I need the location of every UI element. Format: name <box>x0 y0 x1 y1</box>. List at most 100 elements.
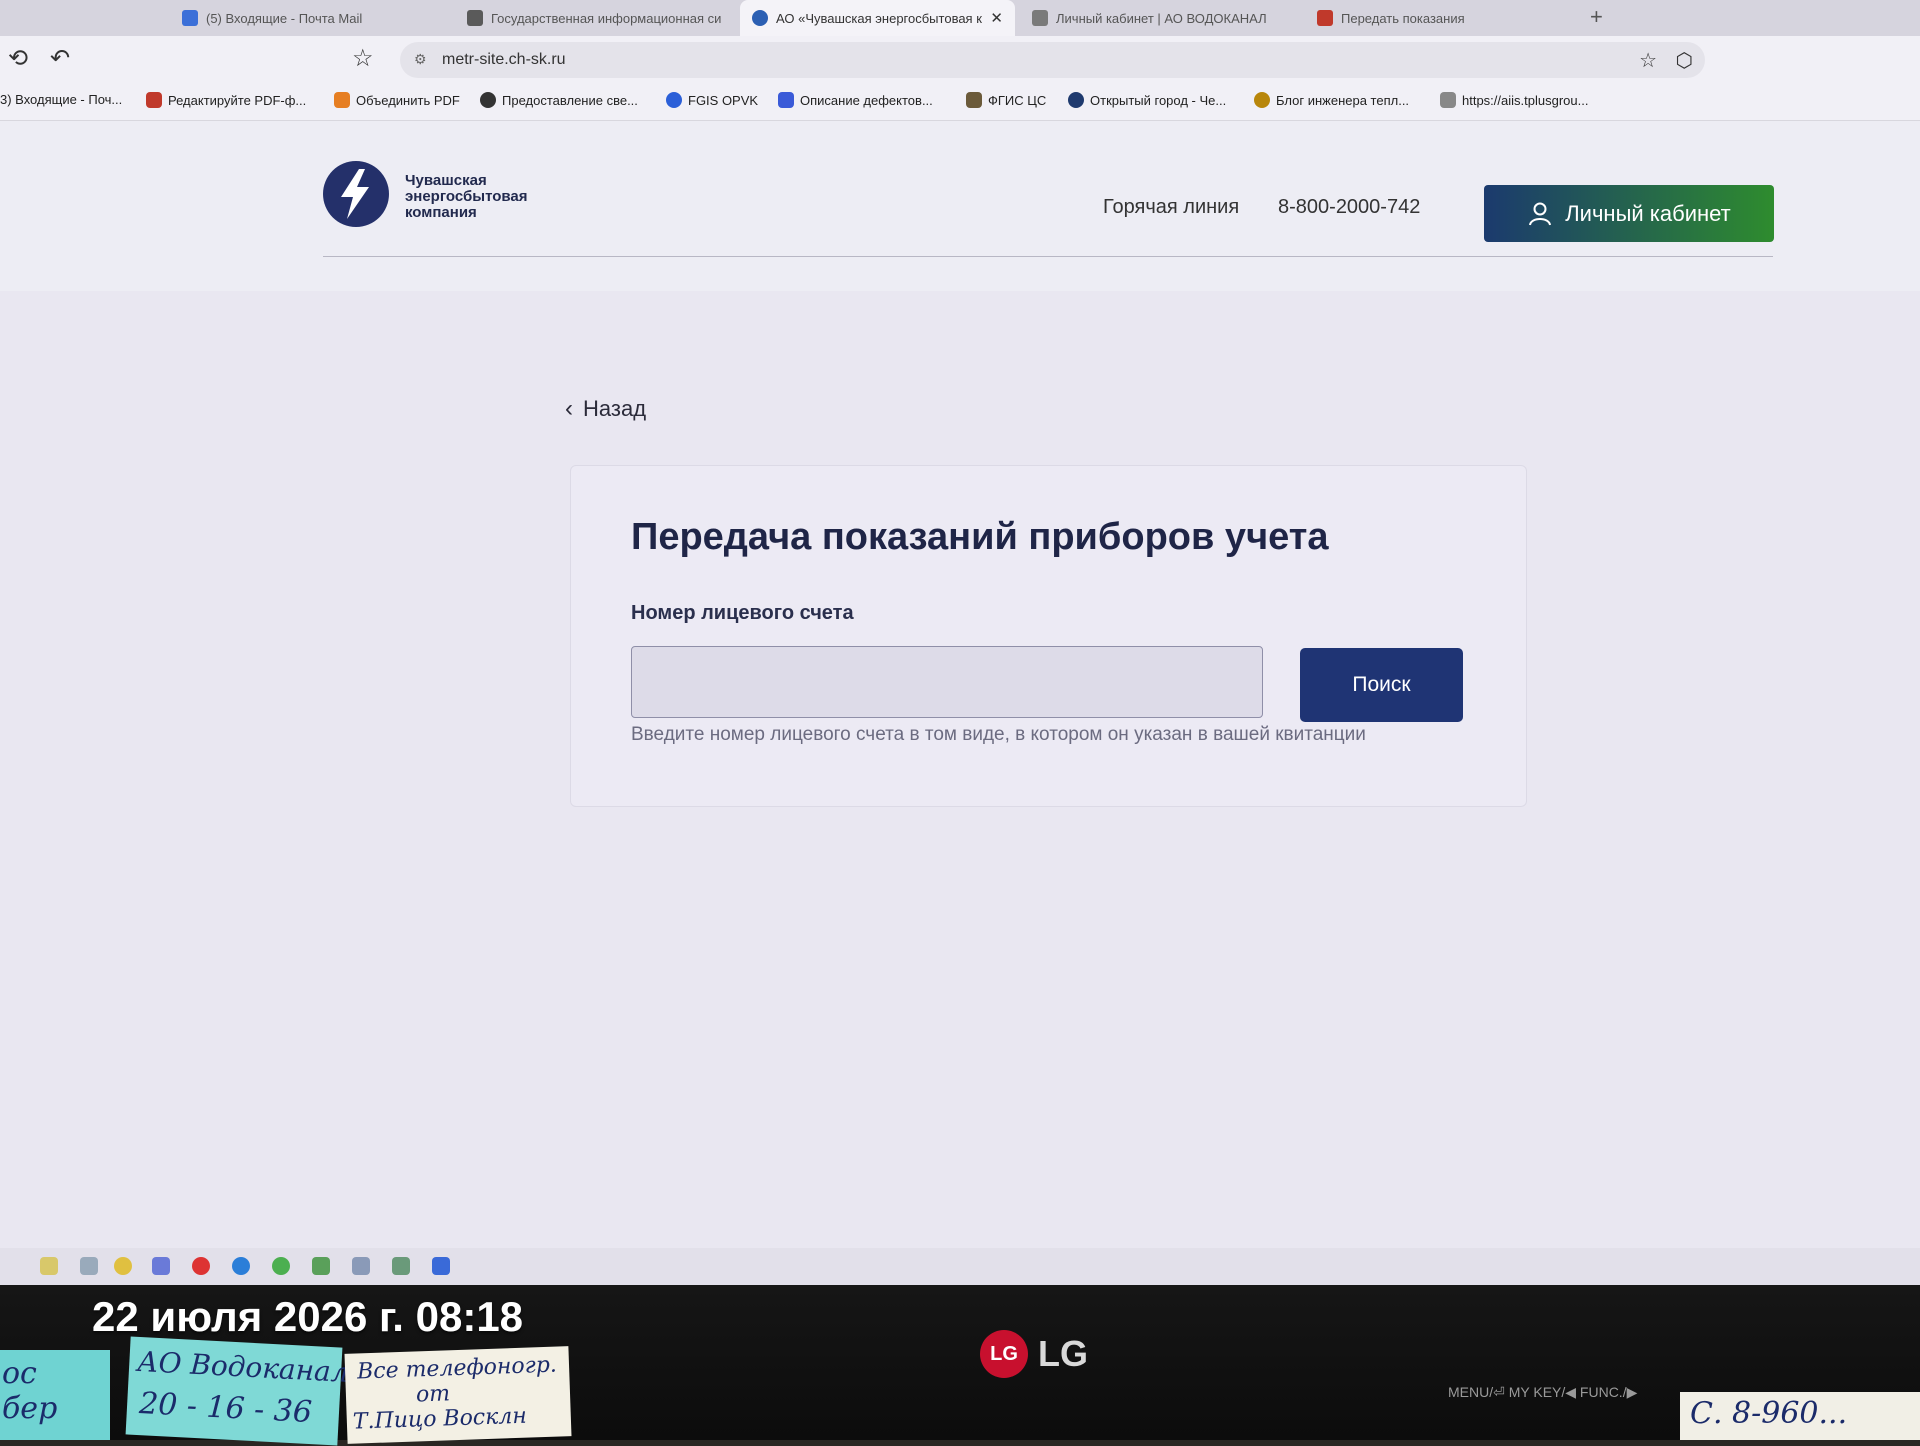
sticky-note: С. 8-960... <box>1680 1392 1920 1440</box>
page-title: Передача показаний приборов учета <box>631 516 1329 558</box>
bookmark-label: https://aiis.tplusgrou... <box>1462 92 1589 108</box>
back-arrow-icon[interactable]: ↶ <box>50 44 70 73</box>
link-icon <box>1440 92 1456 108</box>
user-icon <box>1529 202 1552 225</box>
bookmark-item[interactable]: Предоставление све... <box>480 92 638 108</box>
monitor-brand: LG LG <box>980 1330 1088 1378</box>
new-tab-button[interactable]: + <box>1590 4 1603 30</box>
sticky-note: ос бер <box>0 1350 110 1440</box>
os-taskbar <box>0 1248 1920 1285</box>
app-icon[interactable] <box>152 1257 170 1275</box>
address-bar[interactable]: ⚙ metr-site.ch-sk.ru ☆ ⬡ <box>400 42 1705 78</box>
globe-icon <box>480 92 496 108</box>
account-number-label: Номер лицевого счета <box>631 602 854 624</box>
note-line: ос <box>2 1356 37 1391</box>
hotline-label: Горячая линия <box>1103 196 1240 218</box>
document-icon[interactable] <box>352 1257 370 1275</box>
mail-icon <box>182 10 198 26</box>
tab-mail[interactable]: (5) Входящие - Почта Mail <box>170 0 450 36</box>
company-logo-icon[interactable] <box>323 161 389 227</box>
bookmark-item[interactable]: 3) Входящие - Поч... <box>0 92 122 107</box>
lg-logo-icon: LG <box>980 1330 1028 1378</box>
tab-title: Государственная информационная си <box>491 10 722 26</box>
bookmark-label: Блог инженера тепл... <box>1276 92 1410 108</box>
bookmark-label: Предоставление све... <box>502 92 638 108</box>
lightning-bolt-icon <box>341 169 369 219</box>
extension-icon[interactable]: ⬡ <box>1676 48 1693 73</box>
url-text[interactable]: metr-site.ch-sk.ru <box>442 51 566 69</box>
account-number-input[interactable] <box>631 646 1263 718</box>
globe-icon <box>752 10 768 26</box>
bookmark-item[interactable]: Объединить PDF <box>334 92 460 108</box>
company-name[interactable]: Чувашская энергосбытовая компания <box>405 173 528 221</box>
bookmark-item[interactable]: Открытый город - Че... <box>1068 92 1226 108</box>
note-line: бер <box>2 1391 58 1426</box>
logo-line: компания <box>405 204 477 221</box>
logo-line: Чувашская <box>405 172 487 189</box>
note-line: АО Водоканал <box>136 1344 350 1389</box>
bookmark-label: 3) Входящие - Поч... <box>0 92 123 107</box>
opera-icon[interactable] <box>192 1257 210 1275</box>
grid-icon <box>778 92 794 108</box>
favorite-star-icon[interactable]: ☆ <box>1639 48 1657 73</box>
bookmark-item[interactable]: https://aiis.tplusgrou... <box>1440 92 1588 108</box>
tab-energosbyt[interactable]: АО «Чувашская энергосбытовая к ✕ <box>740 0 1015 36</box>
site-info-icon[interactable]: ⚙ <box>414 51 427 68</box>
note-line: Т.Пицо Восклн <box>352 1403 528 1435</box>
logo-line: энергосбытовая <box>405 188 528 205</box>
tab-title: Передать показания <box>1341 10 1465 26</box>
brand-word: LG <box>1038 1333 1088 1374</box>
app-icon[interactable] <box>80 1257 98 1275</box>
drop-icon <box>1032 10 1048 26</box>
note-line: С. 8-960... <box>1690 1396 1848 1431</box>
sticky-note: Все телефоногр. от Т.Пицо Восклн <box>344 1346 572 1444</box>
photo-datestamp: 22 июля 2026 г. 08:18 <box>92 1293 524 1340</box>
chrome-icon[interactable] <box>272 1257 290 1275</box>
word-icon[interactable] <box>432 1257 450 1275</box>
site-icon <box>1317 10 1333 26</box>
city-icon <box>1068 92 1084 108</box>
back-link[interactable]: ‹ Назад <box>565 395 646 423</box>
bookmark-label: Открытый город - Че... <box>1090 92 1227 108</box>
blog-icon <box>1254 92 1270 108</box>
chevron-left-icon: ‹ <box>565 395 573 422</box>
note-line: 20 - 16 - 36 <box>138 1386 313 1431</box>
sticky-note: АО Водоканал 20 - 16 - 36 <box>125 1336 350 1446</box>
tab-meter-readings[interactable]: Передать показания <box>1305 0 1575 36</box>
reload-icon[interactable]: ⟲ <box>8 44 28 73</box>
document-icon <box>467 10 483 26</box>
browser-icon[interactable] <box>232 1257 250 1275</box>
bookmark-item[interactable]: Описание дефектов... <box>778 92 933 108</box>
header-divider <box>323 256 1773 257</box>
site-header: Чувашская энергосбытовая компания Горяча… <box>0 121 1920 291</box>
pdf-icon <box>146 92 162 108</box>
excel-icon[interactable] <box>392 1257 410 1275</box>
meter-readings-form: Передача показаний приборов учета Номер … <box>570 465 1527 807</box>
bookmark-item[interactable]: Блог инженера тепл... <box>1254 92 1409 108</box>
fgis-icon <box>666 92 682 108</box>
bookmark-label: ФГИС ЦС <box>988 92 1047 108</box>
browser-tab-strip: (5) Входящие - Почта Mail Государственна… <box>0 0 1920 36</box>
personal-cabinet-button[interactable]: Личный кабинет <box>1484 185 1774 242</box>
search-button[interactable]: Поиск <box>1300 648 1463 722</box>
account-number-hint: Введите номер лицевого счета в том виде,… <box>631 724 1366 745</box>
hotline-phone[interactable]: 8-800-2000-742 <box>1278 196 1420 219</box>
tab-gis[interactable]: Государственная информационная си <box>455 0 735 36</box>
bookmark-item[interactable]: FGIS OPVK <box>666 92 758 108</box>
bookmark-label: Редактируйте PDF-ф... <box>168 92 307 108</box>
monitor-keys-label: MENU/⏎ MY KEY/◀ FUNC./▶ <box>1448 1384 1638 1400</box>
spreadsheet-icon[interactable] <box>312 1257 330 1275</box>
bookmark-item[interactable]: ФГИС ЦС <box>966 92 1046 108</box>
folder-icon[interactable] <box>40 1257 58 1275</box>
monitor-screen: (5) Входящие - Почта Mail Государственна… <box>0 0 1920 1285</box>
browser-toolbar: ⟲ ↶ ☆ ⚙ metr-site.ch-sk.ru ☆ ⬡ <box>0 36 1920 84</box>
tab-vodokanal[interactable]: Личный кабинет | АО ВОДОКАНАЛ <box>1020 0 1300 36</box>
bookmark-star-icon[interactable]: ☆ <box>352 44 374 73</box>
app-icon[interactable] <box>114 1257 132 1275</box>
tab-title: (5) Входящие - Почта Mail <box>206 10 363 26</box>
bookmark-item[interactable]: Редактируйте PDF-ф... <box>146 92 306 108</box>
tab-title: Личный кабинет | АО ВОДОКАНАЛ <box>1056 10 1267 26</box>
tab-title: АО «Чувашская энергосбытовая к <box>776 10 982 26</box>
personal-cabinet-label: Личный кабинет <box>1565 200 1731 226</box>
close-tab-icon[interactable]: ✕ <box>990 9 1003 27</box>
